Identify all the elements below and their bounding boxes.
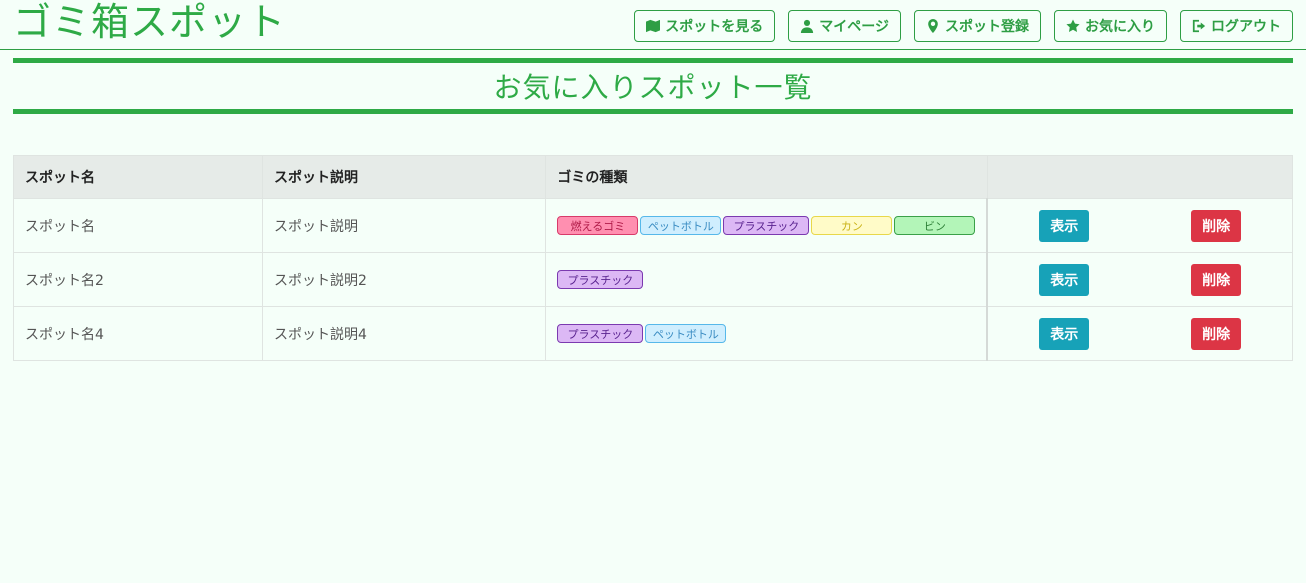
spot-name-cell: スポット名: [13, 198, 263, 253]
garbage-types-cell: プラスチック ペットボトル: [545, 306, 988, 361]
tag-can: カン: [811, 216, 893, 235]
tag-plastic: プラスチック: [557, 324, 644, 343]
table-row: スポット名4 スポット説明4 プラスチック ペットボトル 表示 削除: [13, 306, 1294, 361]
map-icon: [646, 19, 661, 33]
garbage-types-cell: プラスチック: [545, 252, 988, 307]
show-button[interactable]: 表示: [1039, 317, 1090, 350]
column-header-garbage-types: ゴミの種類: [545, 155, 988, 199]
delete-button[interactable]: 削除: [1191, 263, 1242, 296]
spot-name-cell: スポット名2: [13, 252, 263, 307]
delete-button[interactable]: 削除: [1191, 209, 1242, 242]
spot-description-cell: スポット説明: [261, 198, 547, 253]
tag-pet-bottle: ペットボトル: [645, 324, 727, 343]
nav-label: お気に入り: [1085, 19, 1155, 35]
table-header-row: スポット名 スポット説明 ゴミの種類: [13, 155, 1294, 199]
favorites-table: スポット名 スポット説明 ゴミの種類 スポット名 スポット説明 燃えるゴミ ペッ…: [13, 155, 1294, 361]
user-icon: [801, 19, 814, 33]
tag-burnable: 燃えるゴミ: [557, 216, 639, 235]
nav-favorites-button[interactable]: お気に入り: [1054, 10, 1167, 42]
tag-pet-bottle: ペットボトル: [640, 216, 722, 235]
site-header: ゴミ箱スポット スポットを見る マイページ スポット登録 お気に入り ログアウト: [0, 0, 1306, 50]
nav-logout-button[interactable]: ログアウト: [1180, 10, 1293, 42]
map-pin-icon: [928, 19, 938, 33]
nav-label: ログアウト: [1211, 19, 1281, 35]
tag-plastic: プラスチック: [723, 216, 810, 235]
nav-bar: スポットを見る マイページ スポット登録 お気に入り ログアウト: [634, 10, 1293, 42]
nav-mypage-button[interactable]: マイページ: [788, 10, 901, 42]
column-header-actions: [986, 155, 1294, 199]
brand-logo[interactable]: ゴミ箱スポット: [13, 0, 286, 44]
actions-cell: 表示 削除: [986, 198, 1294, 253]
spot-name-cell: スポット名4: [13, 306, 263, 361]
tag-plastic: プラスチック: [557, 270, 644, 289]
actions-cell: 表示 削除: [986, 306, 1294, 361]
show-button[interactable]: 表示: [1039, 263, 1090, 296]
nav-label: スポットを見る: [665, 19, 764, 35]
nav-label: マイページ: [819, 19, 889, 35]
spot-description-cell: スポット説明2: [261, 252, 547, 307]
actions-cell: 表示 削除: [986, 252, 1294, 307]
tag-bottle: ビン: [894, 216, 976, 235]
page-title: お気に入りスポット一覧: [493, 71, 813, 104]
show-button[interactable]: 表示: [1039, 209, 1090, 242]
column-header-spot-name: スポット名: [13, 155, 263, 199]
garbage-types-cell: 燃えるゴミ ペットボトル プラスチック カン ビン: [545, 198, 988, 253]
table-row: スポット名 スポット説明 燃えるゴミ ペットボトル プラスチック カン ビン 表…: [13, 198, 1294, 253]
delete-button[interactable]: 削除: [1191, 317, 1242, 350]
page-title-band: お気に入りスポット一覧: [13, 58, 1293, 114]
spot-description-cell: スポット説明4: [261, 306, 547, 361]
nav-register-spot-button[interactable]: スポット登録: [914, 10, 1041, 42]
logout-icon: [1192, 19, 1206, 33]
table-row: スポット名2 スポット説明2 プラスチック 表示 削除: [13, 252, 1294, 307]
star-icon: [1066, 19, 1080, 32]
nav-label: スポット登録: [945, 19, 1029, 35]
nav-view-spots-button[interactable]: スポットを見る: [634, 10, 776, 42]
column-header-spot-description: スポット説明: [261, 155, 547, 199]
